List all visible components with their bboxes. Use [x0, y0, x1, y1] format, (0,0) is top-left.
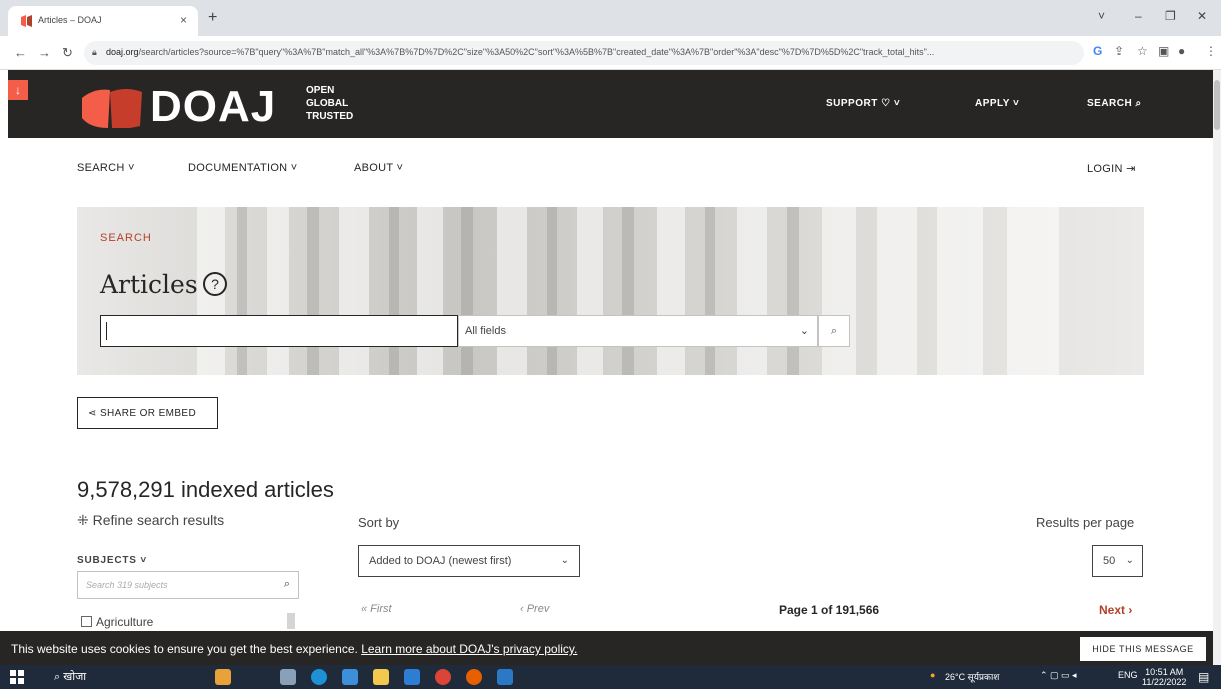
mail-icon[interactable] [404, 669, 420, 685]
doaj-logo-text[interactable]: DOAJ [150, 82, 276, 132]
subjects-search-placeholder: Search 319 subjects [86, 580, 168, 590]
text-caret [106, 322, 107, 340]
weather-text[interactable]: 26°C सूर्यप्रकाश [945, 670, 999, 683]
tab-search-chevron-icon[interactable]: ˅ [1098, 9, 1105, 23]
search-submit-button[interactable]: ⌕ [818, 315, 850, 347]
firefox-icon[interactable] [466, 669, 482, 685]
taskbar-search[interactable]: ⌕ खोजा [54, 669, 86, 684]
minimize-icon[interactable]: – [1135, 9, 1142, 23]
field-select-value: All fields [465, 325, 506, 337]
chevron-down-icon: ⌄ [799, 325, 809, 337]
lock-icon: 🔒︎ [92, 47, 97, 57]
chevron-down-icon: ⌄ [1125, 555, 1134, 566]
sort-by-label: Sort by [358, 515, 400, 530]
help-icon[interactable]: ? [203, 272, 227, 296]
os-taskbar [0, 665, 1221, 689]
privacy-policy-link[interactable]: Learn more about DOAJ's privacy policy. [361, 642, 577, 656]
clock-date: 11/22/2022 [1142, 677, 1187, 687]
sort-select[interactable]: Added to DOAJ (newest first) ⌄ [358, 545, 580, 577]
file-explorer-icon[interactable] [373, 669, 389, 685]
store-icon[interactable] [342, 669, 358, 685]
hero-banner [77, 207, 1144, 375]
tray-icons[interactable]: ⌃ ▢ ▭ ◂ [1040, 670, 1077, 681]
subjects-search-input[interactable]: Search 319 subjects ⌕ [77, 571, 299, 599]
search-icon: ⌕ [830, 325, 838, 337]
tab-title: Articles – DOAJ [38, 15, 102, 25]
chrome-icon[interactable] [435, 669, 451, 685]
subjects-scrollbar[interactable] [287, 613, 295, 629]
share-icon[interactable]: ⇪ [1114, 44, 1124, 58]
share-embed-button[interactable]: ⋖ SHARE OR EMBED [77, 397, 218, 429]
search-menu[interactable]: SEARCH ˅ [77, 162, 135, 174]
first-page-link[interactable]: « First [361, 603, 392, 615]
login-link[interactable]: LOGIN ⇥ [1087, 162, 1136, 175]
documentation-menu[interactable]: DOCUMENTATION ˅ [188, 162, 298, 174]
support-menu[interactable]: SUPPORT ♡ ˅ [826, 98, 900, 109]
subject-label: Agriculture [96, 615, 154, 629]
doaj-favicon-icon [21, 15, 32, 27]
weather-widget-icon[interactable] [215, 669, 231, 685]
page-scrollbar[interactable] [1213, 70, 1221, 665]
menu-icon[interactable]: ⋮ [1205, 44, 1217, 58]
field-select[interactable]: All fields ⌄ [458, 315, 818, 347]
tagline-global: GLOBAL [306, 98, 349, 109]
tab-close-icon[interactable]: × [180, 13, 187, 27]
forward-icon[interactable]: → [38, 45, 51, 60]
back-icon[interactable]: ← [14, 45, 27, 60]
apply-menu[interactable]: APPLY ˅ [975, 98, 1019, 109]
download-icon[interactable]: ↓ [8, 80, 28, 100]
doaj-logo-icon[interactable] [80, 88, 144, 128]
taskbar-search-text: खोजा [63, 671, 87, 683]
new-tab-button[interactable]: + [208, 9, 217, 27]
tagline-open: OPEN [306, 85, 335, 96]
prev-page-link[interactable]: ‹ Prev [520, 603, 549, 615]
results-per-page-select[interactable]: 50 ⌄ [1092, 545, 1143, 577]
article-count: 9,578,291 indexed articles [77, 477, 334, 502]
google-icon[interactable]: G [1093, 44, 1102, 58]
header-search-link[interactable]: SEARCH ⌕ [1087, 98, 1142, 109]
url-domain: doaj.org [106, 47, 139, 57]
address-bar[interactable]: 🔒︎ doaj.org/search/articles?source=%7B"q… [84, 41, 1084, 65]
logo-tagline: OPEN GLOBAL TRUSTED [306, 84, 353, 123]
search-icon[interactable]: ⌕ [284, 578, 290, 591]
cookie-message: This website uses cookies to ensure you … [11, 642, 577, 656]
task-view-icon[interactable] [280, 669, 296, 685]
results-per-page-label: Results per page [1036, 515, 1135, 530]
about-menu[interactable]: ABOUT ˅ [354, 162, 403, 174]
next-page-link[interactable]: Next › [1099, 603, 1132, 617]
restore-icon[interactable]: ❐ [1165, 9, 1176, 23]
reload-icon[interactable]: ↻ [62, 45, 73, 61]
clock-time: 10:51 AM [1145, 667, 1184, 677]
chevron-down-icon: ⌄ [560, 555, 569, 566]
hero-label: SEARCH [100, 232, 152, 244]
weather-icon: ● [930, 670, 936, 680]
refine-heading: ⁜ Refine search results [77, 512, 225, 528]
bookmark-star-icon[interactable]: ☆ [1137, 44, 1148, 58]
app-icon[interactable] [497, 669, 513, 685]
sort-select-value: Added to DOAJ (newest first) [369, 555, 512, 567]
language-indicator[interactable]: ENG [1118, 670, 1138, 680]
scrollbar-thumb[interactable] [1214, 80, 1220, 130]
checkbox[interactable] [81, 616, 92, 627]
search-input[interactable] [100, 315, 458, 347]
sidebar-icon[interactable]: ▣ [1158, 44, 1169, 58]
browser-tab[interactable]: Articles – DOAJ × [8, 6, 198, 36]
notification-icon[interactable]: ▤ [1198, 670, 1209, 684]
url-path: /search/articles?source=%7B"query"%3A%7B… [138, 47, 935, 57]
windows-start-icon[interactable] [10, 670, 24, 684]
clock[interactable]: 10:51 AM 11/22/2022 [1142, 667, 1186, 687]
cookie-text: This website uses cookies to ensure you … [11, 642, 362, 656]
edge-icon[interactable] [311, 669, 327, 685]
tagline-trusted: TRUSTED [306, 111, 354, 122]
window-close-icon[interactable]: ✕ [1197, 9, 1207, 23]
subjects-facet-toggle[interactable]: SUBJECTS ˅ [77, 555, 147, 566]
page-title: Articles [100, 270, 198, 299]
hide-message-button[interactable]: HIDE THIS MESSAGE [1080, 637, 1206, 661]
profile-icon[interactable]: ● [1178, 44, 1185, 58]
subject-checkbox-agriculture[interactable]: Agriculture [81, 615, 153, 629]
results-per-page-value: 50 [1103, 555, 1116, 567]
page-indicator: Page 1 of 191,566 [779, 603, 880, 617]
